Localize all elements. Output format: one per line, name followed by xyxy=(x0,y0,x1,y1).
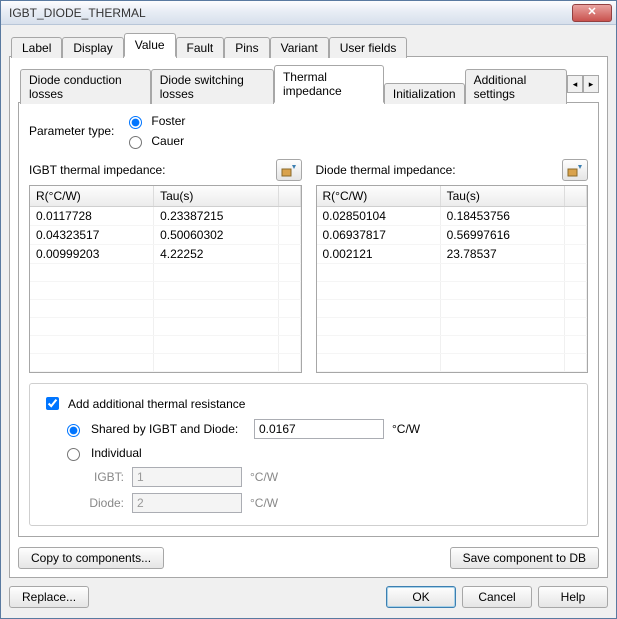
igbt-impedance-grid[interactable]: R(°C/W) Tau(s) 0.01177280.23387215 0.043… xyxy=(29,185,302,373)
tab-user-fields[interactable]: User fields xyxy=(329,37,408,58)
igbt-col-tau[interactable]: Tau(s) xyxy=(154,186,278,207)
radio-cauer[interactable] xyxy=(129,136,142,149)
table-row xyxy=(30,300,300,318)
value-panel-footer: Copy to components... Save component to … xyxy=(18,537,599,569)
igbt-impedance-import-button[interactable] xyxy=(276,159,302,181)
diode-impedance-import-button[interactable] xyxy=(562,159,588,181)
table-row xyxy=(30,282,300,300)
dialog-body: Label Display Value Fault Pins Variant U… xyxy=(1,25,616,618)
table-row: 0.043235170.50060302 xyxy=(30,226,300,245)
diode-unit: °C/W xyxy=(250,496,278,510)
replace-button[interactable]: Replace... xyxy=(9,586,89,608)
copy-to-components-button[interactable]: Copy to components... xyxy=(18,547,164,569)
dialog-footer: Replace... OK Cancel Help xyxy=(9,578,608,608)
add-resistance-label[interactable]: Add additional thermal resistance xyxy=(68,397,245,411)
table-row xyxy=(317,282,587,300)
tab-display[interactable]: Display xyxy=(62,37,123,58)
diode-impedance-block: Diode thermal impedance: R(°C/W) Tau(s) xyxy=(316,159,589,373)
table-row: 0.00212123.78537 xyxy=(317,245,587,264)
table-row xyxy=(317,336,587,354)
thermal-impedance-panel: Parameter type: Foster Cauer xyxy=(18,102,599,537)
value-panel: Diode conduction losses Diode switching … xyxy=(9,56,608,578)
diode-value-label: Diode: xyxy=(84,496,124,510)
table-row xyxy=(30,354,300,372)
impedance-tables: IGBT thermal impedance: R(°C/W) Tau(s) xyxy=(29,159,588,373)
subtab-scroll-right[interactable]: ▸ xyxy=(583,75,599,93)
table-row xyxy=(317,354,587,372)
igbt-col-r[interactable]: R(°C/W) xyxy=(30,186,154,207)
subtab-scroll: ◂ ▸ xyxy=(567,75,599,93)
table-row xyxy=(317,264,587,282)
igbt-value-input xyxy=(132,467,242,487)
table-row: 0.01177280.23387215 xyxy=(30,207,300,226)
table-row: 0.028501040.18453756 xyxy=(317,207,587,226)
subtab-thermal-impedance[interactable]: Thermal impedance xyxy=(274,65,384,103)
param-type-label: Parameter type: xyxy=(29,124,114,138)
help-button[interactable]: Help xyxy=(538,586,608,608)
diode-value-input xyxy=(132,493,242,513)
subtab-diode-conduction[interactable]: Diode conduction losses xyxy=(20,69,151,104)
subtab-scroll-left[interactable]: ◂ xyxy=(567,75,583,93)
igbt-impedance-block: IGBT thermal impedance: R(°C/W) Tau(s) xyxy=(29,159,302,373)
param-type-row: Parameter type: Foster Cauer xyxy=(29,113,588,149)
radio-shared[interactable] xyxy=(67,424,80,437)
diode-col-r[interactable]: R(°C/W) xyxy=(317,186,441,207)
table-row: 0.009992034.22252 xyxy=(30,245,300,264)
param-type-options: Foster Cauer xyxy=(124,113,185,149)
shared-unit: °C/W xyxy=(392,422,420,436)
diode-impedance-label: Diode thermal impedance: xyxy=(316,163,563,177)
subtab-initialization[interactable]: Initialization xyxy=(384,83,465,104)
subtab-diode-switching[interactable]: Diode switching losses xyxy=(151,69,274,104)
main-tabstrip: Label Display Value Fault Pins Variant U… xyxy=(9,33,608,57)
import-icon xyxy=(281,163,297,177)
tab-fault[interactable]: Fault xyxy=(176,37,225,58)
window-title: IGBT_DIODE_THERMAL xyxy=(9,6,572,20)
dialog-window: IGBT_DIODE_THERMAL ✕ Label Display Value… xyxy=(0,0,617,619)
diode-impedance-grid[interactable]: R(°C/W) Tau(s) 0.028501040.18453756 0.06… xyxy=(316,185,589,373)
add-resistance-checkbox[interactable] xyxy=(46,397,59,410)
table-row: 0.069378170.56997616 xyxy=(317,226,587,245)
igbt-impedance-label: IGBT thermal impedance: xyxy=(29,163,276,177)
ok-button[interactable]: OK xyxy=(386,586,456,608)
radio-shared-label[interactable]: Shared by IGBT and Diode: xyxy=(91,422,246,436)
tab-variant[interactable]: Variant xyxy=(270,37,329,58)
diode-col-tau[interactable]: Tau(s) xyxy=(440,186,564,207)
igbt-col-extra xyxy=(278,186,300,207)
table-row xyxy=(30,336,300,354)
import-icon xyxy=(567,163,583,177)
radio-individual-label[interactable]: Individual xyxy=(91,446,142,460)
close-button[interactable]: ✕ xyxy=(572,4,612,22)
table-row xyxy=(317,300,587,318)
sub-tabstrip: Diode conduction losses Diode switching … xyxy=(18,65,599,103)
tab-pins[interactable]: Pins xyxy=(224,37,269,58)
titlebar[interactable]: IGBT_DIODE_THERMAL ✕ xyxy=(1,1,616,25)
shared-value-input[interactable] xyxy=(254,419,384,439)
tab-label[interactable]: Label xyxy=(11,37,62,58)
cancel-button[interactable]: Cancel xyxy=(462,586,532,608)
save-component-to-db-button[interactable]: Save component to DB xyxy=(450,547,599,569)
table-row xyxy=(317,318,587,336)
radio-cauer-label[interactable]: Cauer xyxy=(151,134,184,148)
subtab-additional-settings[interactable]: Additional settings xyxy=(465,69,567,104)
table-row xyxy=(30,318,300,336)
radio-foster-label[interactable]: Foster xyxy=(151,114,185,128)
igbt-value-label: IGBT: xyxy=(84,470,124,484)
radio-individual[interactable] xyxy=(67,448,80,461)
radio-foster[interactable] xyxy=(129,116,142,129)
igbt-unit: °C/W xyxy=(250,470,278,484)
additional-resistance-group: Add additional thermal resistance Shared… xyxy=(29,383,588,526)
diode-col-extra xyxy=(565,186,587,207)
table-row xyxy=(30,264,300,282)
tab-value[interactable]: Value xyxy=(124,33,176,57)
